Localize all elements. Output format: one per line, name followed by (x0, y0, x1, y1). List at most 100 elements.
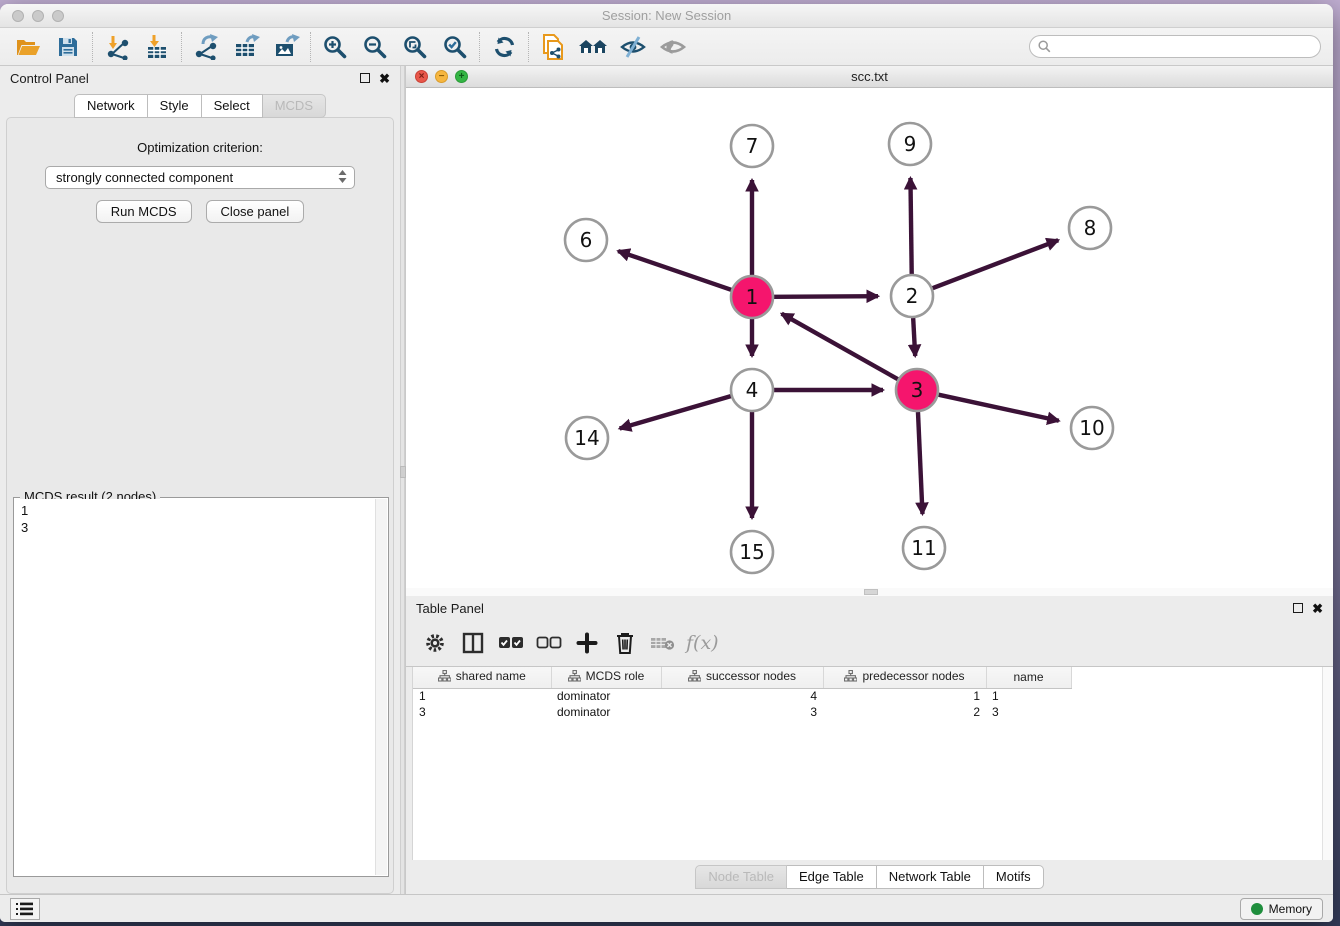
edge-2-9[interactable] (910, 178, 911, 274)
mcds-result-list[interactable]: 1 3 (15, 499, 375, 875)
run-mcds-button[interactable]: Run MCDS (96, 200, 192, 223)
network-close-button[interactable]: × (415, 70, 428, 83)
svg-text:2: 2 (906, 284, 919, 308)
table-tab-edge-table[interactable]: Edge Table (787, 865, 877, 889)
graph-node-11[interactable]: 11 (903, 527, 945, 569)
memory-button[interactable]: Memory (1240, 898, 1323, 920)
hide-selected-button[interactable] (613, 30, 653, 64)
first-neighbors-button[interactable] (573, 30, 613, 64)
criterion-value: strongly connected component (56, 170, 233, 185)
deselect-all-button[interactable] (534, 628, 564, 658)
tab-style[interactable]: Style (148, 94, 202, 118)
cell-0-name[interactable]: 1 (986, 688, 1071, 704)
task-history-button[interactable] (10, 898, 40, 920)
edge-3-1[interactable] (782, 314, 898, 380)
close-panel-icon[interactable]: ✖ (379, 72, 390, 85)
graph-node-7[interactable]: 7 (731, 125, 773, 167)
open-session-button[interactable] (8, 30, 48, 64)
select-all-button[interactable] (496, 628, 526, 658)
graph-node-10[interactable]: 10 (1071, 407, 1113, 449)
float-panel-icon[interactable] (1293, 603, 1303, 613)
network-window-titlebar[interactable]: × − + scc.txt (406, 66, 1333, 88)
cell-0-shared-name[interactable]: 1 (413, 688, 551, 704)
edge-3-10[interactable] (938, 395, 1058, 421)
graph-node-2[interactable]: 2 (891, 275, 933, 317)
table-tab-network-table[interactable]: Network Table (877, 865, 984, 889)
import-network-button[interactable] (97, 30, 137, 64)
cell-0-MCDS-role[interactable]: dominator (551, 688, 661, 704)
float-panel-icon[interactable] (360, 73, 370, 83)
show-all-button[interactable] (653, 30, 693, 64)
minimize-window-button[interactable] (32, 10, 44, 22)
graph-node-9[interactable]: 9 (889, 123, 931, 165)
tab-network[interactable]: Network (74, 94, 148, 118)
window-controls (12, 10, 64, 22)
zoom-window-button[interactable] (52, 10, 64, 22)
graph-node-8[interactable]: 8 (1069, 207, 1111, 249)
network-minimize-button[interactable]: − (435, 70, 448, 83)
delete-column-button[interactable] (610, 628, 640, 658)
edge-4-14[interactable] (620, 396, 731, 428)
cell-0-successor-nodes[interactable]: 4 (661, 688, 823, 704)
function-builder-button[interactable]: f(x) (686, 628, 719, 658)
table-row-1[interactable]: 3dominator323 (413, 704, 1071, 720)
graph-node-4[interactable]: 4 (731, 369, 773, 411)
graph-node-15[interactable]: 15 (731, 531, 773, 573)
table-row-0[interactable]: 1dominator411 (413, 688, 1071, 704)
export-network-button[interactable] (186, 30, 226, 64)
unchecked-boxes-icon (536, 636, 562, 650)
criterion-select[interactable]: strongly connected component (45, 166, 355, 189)
close-panel-button[interactable]: Close panel (206, 200, 305, 223)
table-scrollbar[interactable] (1322, 667, 1333, 860)
clone-network-button[interactable] (533, 30, 573, 64)
edge-1-2[interactable] (774, 296, 878, 297)
cell-1-shared-name[interactable]: 3 (413, 704, 551, 720)
attribute-type-icon (844, 670, 857, 682)
network-maximize-button[interactable]: + (455, 70, 468, 83)
table-tab-node-table[interactable]: Node Table (695, 865, 787, 889)
split-view-button[interactable] (458, 628, 488, 658)
table-tab-motifs[interactable]: Motifs (984, 865, 1044, 889)
save-session-button[interactable] (48, 30, 88, 64)
result-scrollbar[interactable] (375, 499, 387, 875)
horizontal-splitter[interactable] (405, 588, 1333, 596)
cell-1-successor-nodes[interactable]: 3 (661, 704, 823, 720)
graph-node-6[interactable]: 6 (565, 219, 607, 261)
zoom-in-button[interactable] (315, 30, 355, 64)
network-canvas[interactable]: 7 9 6 8 1 2 4 3 14 10 15 11 (406, 88, 1333, 593)
close-window-button[interactable] (12, 10, 24, 22)
cell-1-MCDS-role[interactable]: dominator (551, 704, 661, 720)
zoom-fit-button[interactable] (395, 30, 435, 64)
column-header-name[interactable]: name (986, 667, 1071, 688)
cell-1-name[interactable]: 3 (986, 704, 1071, 720)
tab-mcds[interactable]: MCDS (263, 94, 326, 118)
column-header-predecessor-nodes[interactable]: predecessor nodes (823, 667, 986, 688)
edge-2-3[interactable] (913, 318, 915, 356)
zoom-out-button[interactable] (355, 30, 395, 64)
search-input[interactable] (1056, 40, 1312, 54)
table-settings-button[interactable] (420, 628, 450, 658)
export-image-button[interactable] (266, 30, 306, 64)
column-header-shared-name[interactable]: shared name (413, 667, 551, 688)
tab-select[interactable]: Select (202, 94, 263, 118)
delete-table-button[interactable] (648, 628, 678, 658)
apply-layout-button[interactable] (484, 30, 524, 64)
zoom-selected-button[interactable] (435, 30, 475, 64)
edge-2-8[interactable] (933, 240, 1059, 288)
import-table-button[interactable] (137, 30, 177, 64)
graph-node-3[interactable]: 3 (896, 369, 938, 411)
export-table-button[interactable] (226, 30, 266, 64)
graph-node-14[interactable]: 14 (566, 417, 608, 459)
edge-3-11[interactable] (918, 412, 923, 514)
search-field[interactable] (1029, 35, 1321, 58)
cell-1-predecessor-nodes[interactable]: 2 (823, 704, 986, 720)
main-toolbar (0, 28, 1333, 66)
close-panel-icon[interactable]: ✖ (1312, 602, 1323, 615)
column-header-MCDS-role[interactable]: MCDS role (551, 667, 661, 688)
cell-0-predecessor-nodes[interactable]: 1 (823, 688, 986, 704)
add-column-button[interactable] (572, 628, 602, 658)
edge-1-6[interactable] (618, 251, 731, 290)
column-header-successor-nodes[interactable]: successor nodes (661, 667, 823, 688)
splitter-grip[interactable] (864, 589, 878, 595)
graph-node-1[interactable]: 1 (731, 276, 773, 318)
